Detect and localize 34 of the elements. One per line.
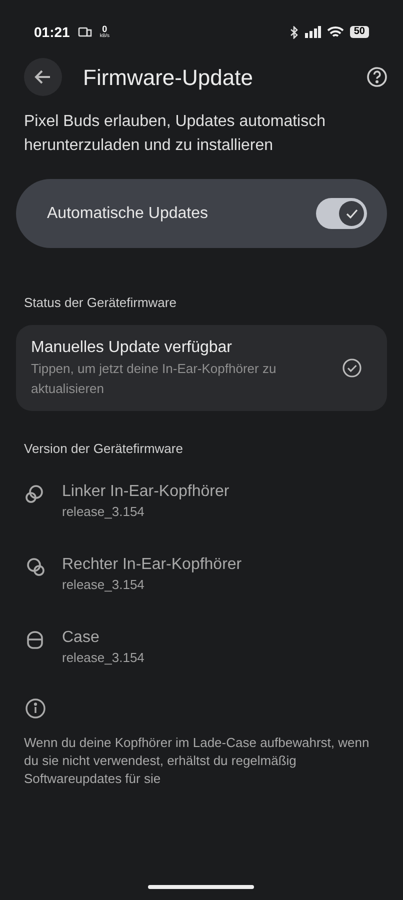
manual-update-subtitle: Tippen, um jetzt deine In-Ear-Kopfhörer zu aktualisieren (31, 360, 278, 398)
device-name: Case (62, 628, 100, 648)
bluetooth-icon (290, 26, 299, 38)
section-heading: Version der Gerätefirmware (23, 440, 184, 458)
wifi-icon (326, 26, 344, 38)
check-circle-icon (342, 358, 362, 378)
footnote-text: Wenn du deine Kopfhörer im Lade-Case aufbewahrst, wenn du sie nicht verwendest, erhältst du regelmäßig Softwareupdates für sie (23, 734, 370, 788)
net-speed: 0 (102, 25, 108, 34)
back-arrow-icon (34, 68, 52, 86)
cast-icon (78, 27, 92, 37)
help-icon (366, 66, 388, 88)
earbud-icon (25, 484, 45, 504)
auto-updates-label: Automatische Updates (47, 204, 208, 224)
case-icon (25, 630, 45, 650)
status-time: 01:21 (34, 22, 70, 42)
firmware-version: release_3.154 (62, 649, 144, 667)
back-button[interactable] (24, 58, 62, 96)
page-title: Firmware-Update (83, 64, 254, 92)
device-name: Linker In-Ear-Kopfhörer (62, 482, 230, 502)
device-name: Rechter In-Ear-Kopfhörer (62, 555, 242, 575)
info-icon (25, 698, 46, 719)
help-button[interactable] (365, 65, 389, 89)
firmware-version: release_3.154 (62, 576, 146, 594)
section-heading: Status der Gerätefirmware (23, 294, 178, 312)
check-icon (346, 208, 358, 218)
description-text: Pixel Buds erlauben, Updates automatisch herunterzuladen und zu installieren (23, 112, 327, 156)
auto-updates-switch[interactable] (316, 198, 367, 229)
manual-update-title: Manuelles Update verfügbar (31, 338, 234, 358)
firmware-version: release_3.154 (62, 503, 146, 521)
earbud-icon (25, 557, 45, 577)
signal-icon (304, 26, 321, 38)
manual-update-card[interactable]: Manuelles Update verfügbar Tippen, um jetzt deine In-Ear-Kopfhörer zu aktualisieren (16, 324, 387, 410)
auto-updates-card[interactable]: Automatische Updates (16, 179, 387, 248)
battery-indicator: 50 (350, 26, 369, 38)
